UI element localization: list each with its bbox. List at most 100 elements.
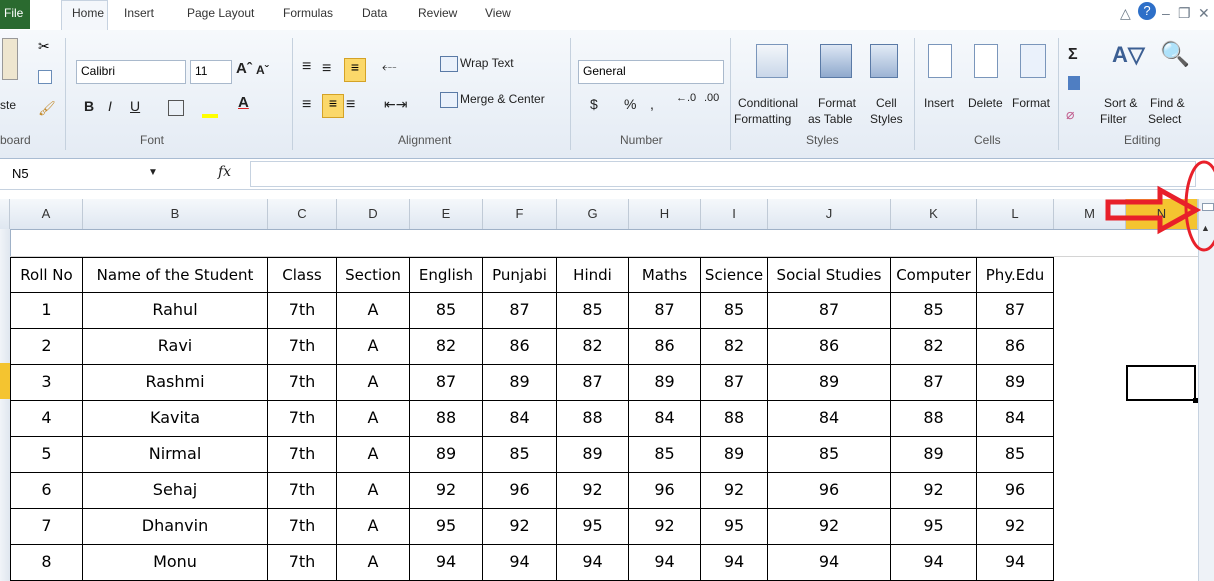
cell-phyedu[interactable]: 86 xyxy=(977,329,1054,365)
cell-maths[interactable]: 89 xyxy=(629,365,701,401)
header-section[interactable]: Section xyxy=(337,257,410,293)
cell-english[interactable]: 95 xyxy=(410,509,483,545)
cell-section[interactable]: A xyxy=(337,293,410,329)
align-right-icon[interactable]: ≡ xyxy=(346,96,355,114)
cell-english[interactable]: 88 xyxy=(410,401,483,437)
col-header-j[interactable]: J xyxy=(768,199,891,229)
formula-input[interactable] xyxy=(250,161,1196,187)
cell-class[interactable]: 7th xyxy=(268,437,337,473)
col-header-e[interactable]: E xyxy=(410,199,483,229)
col-header-a[interactable]: A xyxy=(10,199,83,229)
cell-roll[interactable]: 3 xyxy=(10,365,83,401)
header-social-studies[interactable]: Social Studies xyxy=(768,257,891,293)
cell-hindi[interactable]: 95 xyxy=(557,509,629,545)
cell-section[interactable]: A xyxy=(337,365,410,401)
header-maths[interactable]: Maths xyxy=(629,257,701,293)
cell-roll[interactable]: 2 xyxy=(10,329,83,365)
wrap-text-button[interactable]: Wrap Text xyxy=(460,56,514,70)
cell-maths[interactable]: 87 xyxy=(629,293,701,329)
cell-roll[interactable]: 4 xyxy=(10,401,83,437)
fill-color-icon[interactable] xyxy=(202,114,218,118)
cell-computer[interactable]: 95 xyxy=(891,509,977,545)
cell-english[interactable]: 92 xyxy=(410,473,483,509)
clear-icon[interactable]: ⌀ xyxy=(1066,106,1074,123)
cell-phyedu[interactable]: 84 xyxy=(977,401,1054,437)
cell-phyedu[interactable]: 94 xyxy=(977,545,1054,581)
name-box-dropdown-icon[interactable]: ▼ xyxy=(148,167,158,178)
cell-phyedu[interactable]: 96 xyxy=(977,473,1054,509)
format-as-table-label[interactable]: Format xyxy=(818,96,856,110)
header-computer[interactable]: Computer xyxy=(891,257,977,293)
cell-hindi[interactable]: 87 xyxy=(557,365,629,401)
tab-file[interactable]: File xyxy=(0,0,30,29)
window-minimize-icon[interactable]: ‒ xyxy=(1162,5,1170,21)
merge-center-button[interactable]: Merge & Center xyxy=(460,92,545,106)
align-center-icon[interactable]: ≡ xyxy=(322,94,344,118)
format-cells-button[interactable]: Format xyxy=(1012,96,1050,110)
cell-science[interactable]: 89 xyxy=(701,437,768,473)
cell-english[interactable]: 94 xyxy=(410,545,483,581)
cell-punjabi[interactable]: 96 xyxy=(483,473,557,509)
cell-computer[interactable]: 94 xyxy=(891,545,977,581)
cell-section[interactable]: A xyxy=(337,473,410,509)
cell-hindi[interactable]: 88 xyxy=(557,401,629,437)
cell-roll[interactable]: 7 xyxy=(10,509,83,545)
col-header-c[interactable]: C xyxy=(268,199,337,229)
cell-social[interactable]: 87 xyxy=(768,293,891,329)
selected-cell-n5[interactable] xyxy=(1126,365,1198,403)
header-phy-edu[interactable]: Phy.Edu xyxy=(977,257,1054,293)
col-header-b[interactable]: B xyxy=(83,199,268,229)
cell-punjabi[interactable]: 92 xyxy=(483,509,557,545)
cell-class[interactable]: 7th xyxy=(268,365,337,401)
cell-science[interactable]: 85 xyxy=(701,293,768,329)
cell-roll[interactable]: 1 xyxy=(10,293,83,329)
cell-computer[interactable]: 82 xyxy=(891,329,977,365)
cell-science[interactable]: 94 xyxy=(701,545,768,581)
number-format-dropdown[interactable]: General xyxy=(578,60,724,84)
align-middle-icon[interactable]: ≡ xyxy=(322,60,331,78)
sort-filter-label-2[interactable]: Filter xyxy=(1100,112,1127,126)
tab-page-layout[interactable]: Page Layout xyxy=(187,6,254,20)
cell-punjabi[interactable]: 84 xyxy=(483,401,557,437)
cell-science[interactable]: 95 xyxy=(701,509,768,545)
col-header-f[interactable]: F xyxy=(483,199,557,229)
sort-filter-label[interactable]: Sort & xyxy=(1104,96,1137,110)
cell-english[interactable]: 82 xyxy=(410,329,483,365)
comma-button[interactable]: , xyxy=(650,96,654,112)
cell-styles-icon[interactable] xyxy=(870,44,898,78)
header-punjabi[interactable]: Punjabi xyxy=(483,257,557,293)
cell-english[interactable]: 85 xyxy=(410,293,483,329)
row-header-selected[interactable] xyxy=(0,363,10,399)
cell-computer[interactable]: 87 xyxy=(891,365,977,401)
align-bottom-icon[interactable]: ≡ xyxy=(344,58,366,82)
copy-icon[interactable] xyxy=(38,70,52,84)
find-select-icon[interactable]: 🔍 xyxy=(1160,40,1190,69)
cell-class[interactable]: 7th xyxy=(268,329,337,365)
cell-punjabi[interactable]: 87 xyxy=(483,293,557,329)
col-header-g[interactable]: G xyxy=(557,199,629,229)
underline-button[interactable]: U xyxy=(130,98,140,114)
cell-name[interactable]: Rashmi xyxy=(83,365,268,401)
cell-english[interactable]: 87 xyxy=(410,365,483,401)
col-header-i[interactable]: I xyxy=(701,199,768,229)
cell-hindi[interactable]: 89 xyxy=(557,437,629,473)
cell-maths[interactable]: 92 xyxy=(629,509,701,545)
fill-icon[interactable] xyxy=(1068,76,1080,90)
cell-section[interactable]: A xyxy=(337,509,410,545)
font-color-icon[interactable]: A xyxy=(238,94,249,111)
insert-function-button[interactable]: fx xyxy=(218,164,231,180)
cell-social[interactable]: 86 xyxy=(768,329,891,365)
name-box[interactable]: N5 xyxy=(8,163,140,185)
merge-center-icon[interactable] xyxy=(440,92,458,108)
header-science[interactable]: Science xyxy=(701,257,768,293)
window-restore-icon[interactable]: ❐ xyxy=(1178,5,1191,22)
shrink-font-icon[interactable]: Aˇ xyxy=(256,63,269,77)
cell-maths[interactable]: 84 xyxy=(629,401,701,437)
header-english[interactable]: English xyxy=(410,257,483,293)
window-close-icon[interactable]: ✕ xyxy=(1198,5,1210,22)
indent-icons[interactable]: ⇤⇥ xyxy=(384,96,407,113)
format-as-table-label-2[interactable]: as Table xyxy=(808,112,852,126)
cell-class[interactable]: 7th xyxy=(268,509,337,545)
minimize-ribbon-icon[interactable]: △ xyxy=(1120,5,1131,22)
cell-phyedu[interactable]: 89 xyxy=(977,365,1054,401)
